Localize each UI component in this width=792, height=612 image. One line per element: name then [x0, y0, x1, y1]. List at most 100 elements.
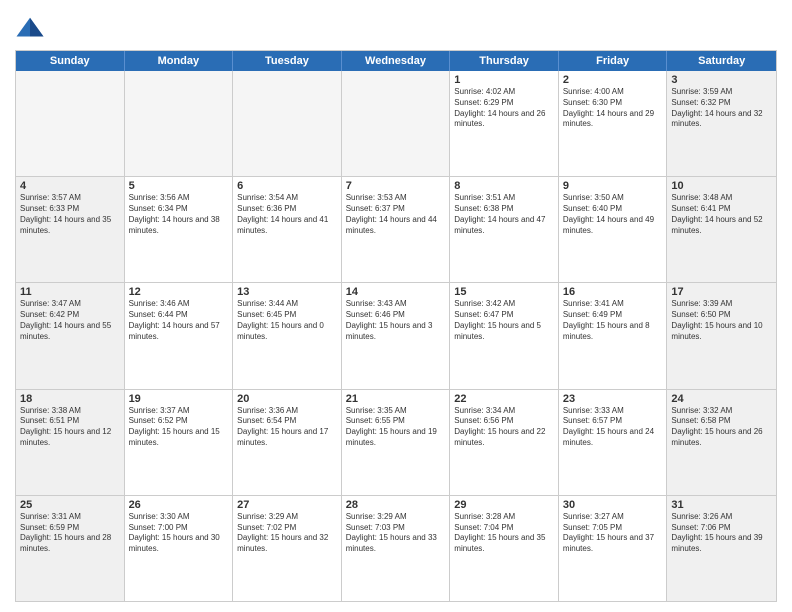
cell-info: Sunrise: 3:39 AMSunset: 6:50 PMDaylight:…	[671, 299, 772, 342]
cell-info: Sunrise: 3:41 AMSunset: 6:49 PMDaylight:…	[563, 299, 663, 342]
page: SundayMondayTuesdayWednesdayThursdayFrid…	[0, 0, 792, 612]
cell-info: Sunrise: 3:34 AMSunset: 6:56 PMDaylight:…	[454, 406, 554, 449]
day-number: 17	[671, 286, 772, 298]
day-number: 31	[671, 499, 772, 511]
day-number: 25	[20, 499, 120, 511]
calendar-row-2: 11Sunrise: 3:47 AMSunset: 6:42 PMDayligh…	[16, 283, 776, 389]
calendar: SundayMondayTuesdayWednesdayThursdayFrid…	[15, 50, 777, 602]
calendar-cell: 17Sunrise: 3:39 AMSunset: 6:50 PMDayligh…	[667, 283, 776, 388]
cell-info: Sunrise: 3:31 AMSunset: 6:59 PMDaylight:…	[20, 512, 120, 555]
calendar-cell	[342, 71, 451, 176]
cell-info: Sunrise: 3:35 AMSunset: 6:55 PMDaylight:…	[346, 406, 446, 449]
header-day-thursday: Thursday	[450, 51, 559, 71]
calendar-row-3: 18Sunrise: 3:38 AMSunset: 6:51 PMDayligh…	[16, 390, 776, 496]
day-number: 6	[237, 180, 337, 192]
cell-info: Sunrise: 3:32 AMSunset: 6:58 PMDaylight:…	[671, 406, 772, 449]
calendar-cell: 1Sunrise: 4:02 AMSunset: 6:29 PMDaylight…	[450, 71, 559, 176]
cell-info: Sunrise: 3:28 AMSunset: 7:04 PMDaylight:…	[454, 512, 554, 555]
header-day-sunday: Sunday	[16, 51, 125, 71]
cell-info: Sunrise: 3:36 AMSunset: 6:54 PMDaylight:…	[237, 406, 337, 449]
cell-info: Sunrise: 3:26 AMSunset: 7:06 PMDaylight:…	[671, 512, 772, 555]
header-day-saturday: Saturday	[667, 51, 776, 71]
day-number: 28	[346, 499, 446, 511]
cell-info: Sunrise: 3:54 AMSunset: 6:36 PMDaylight:…	[237, 193, 337, 236]
calendar-header: SundayMondayTuesdayWednesdayThursdayFrid…	[16, 51, 776, 71]
header	[15, 10, 777, 44]
cell-info: Sunrise: 3:30 AMSunset: 7:00 PMDaylight:…	[129, 512, 229, 555]
day-number: 21	[346, 393, 446, 405]
day-number: 13	[237, 286, 337, 298]
header-day-friday: Friday	[559, 51, 668, 71]
calendar-cell	[125, 71, 234, 176]
calendar-cell: 11Sunrise: 3:47 AMSunset: 6:42 PMDayligh…	[16, 283, 125, 388]
cell-info: Sunrise: 4:00 AMSunset: 6:30 PMDaylight:…	[563, 87, 663, 130]
calendar-cell: 12Sunrise: 3:46 AMSunset: 6:44 PMDayligh…	[125, 283, 234, 388]
cell-info: Sunrise: 3:51 AMSunset: 6:38 PMDaylight:…	[454, 193, 554, 236]
calendar-cell: 29Sunrise: 3:28 AMSunset: 7:04 PMDayligh…	[450, 496, 559, 601]
calendar-cell: 26Sunrise: 3:30 AMSunset: 7:00 PMDayligh…	[125, 496, 234, 601]
day-number: 20	[237, 393, 337, 405]
calendar-cell: 21Sunrise: 3:35 AMSunset: 6:55 PMDayligh…	[342, 390, 451, 495]
cell-info: Sunrise: 3:48 AMSunset: 6:41 PMDaylight:…	[671, 193, 772, 236]
cell-info: Sunrise: 3:57 AMSunset: 6:33 PMDaylight:…	[20, 193, 120, 236]
calendar-cell: 24Sunrise: 3:32 AMSunset: 6:58 PMDayligh…	[667, 390, 776, 495]
calendar-cell: 20Sunrise: 3:36 AMSunset: 6:54 PMDayligh…	[233, 390, 342, 495]
logo-icon	[15, 14, 45, 44]
calendar-cell: 9Sunrise: 3:50 AMSunset: 6:40 PMDaylight…	[559, 177, 668, 282]
day-number: 26	[129, 499, 229, 511]
day-number: 19	[129, 393, 229, 405]
day-number: 10	[671, 180, 772, 192]
cell-info: Sunrise: 3:59 AMSunset: 6:32 PMDaylight:…	[671, 87, 772, 130]
cell-info: Sunrise: 3:47 AMSunset: 6:42 PMDaylight:…	[20, 299, 120, 342]
calendar-row-1: 4Sunrise: 3:57 AMSunset: 6:33 PMDaylight…	[16, 177, 776, 283]
day-number: 30	[563, 499, 663, 511]
day-number: 5	[129, 180, 229, 192]
day-number: 29	[454, 499, 554, 511]
day-number: 2	[563, 74, 663, 86]
calendar-body: 1Sunrise: 4:02 AMSunset: 6:29 PMDaylight…	[16, 71, 776, 601]
day-number: 24	[671, 393, 772, 405]
calendar-cell: 25Sunrise: 3:31 AMSunset: 6:59 PMDayligh…	[16, 496, 125, 601]
day-number: 18	[20, 393, 120, 405]
cell-info: Sunrise: 3:44 AMSunset: 6:45 PMDaylight:…	[237, 299, 337, 342]
calendar-row-0: 1Sunrise: 4:02 AMSunset: 6:29 PMDaylight…	[16, 71, 776, 177]
logo	[15, 14, 48, 44]
cell-info: Sunrise: 3:38 AMSunset: 6:51 PMDaylight:…	[20, 406, 120, 449]
cell-info: Sunrise: 3:27 AMSunset: 7:05 PMDaylight:…	[563, 512, 663, 555]
cell-info: Sunrise: 3:37 AMSunset: 6:52 PMDaylight:…	[129, 406, 229, 449]
calendar-cell: 18Sunrise: 3:38 AMSunset: 6:51 PMDayligh…	[16, 390, 125, 495]
cell-info: Sunrise: 3:29 AMSunset: 7:02 PMDaylight:…	[237, 512, 337, 555]
day-number: 11	[20, 286, 120, 298]
calendar-cell: 22Sunrise: 3:34 AMSunset: 6:56 PMDayligh…	[450, 390, 559, 495]
day-number: 7	[346, 180, 446, 192]
cell-info: Sunrise: 3:33 AMSunset: 6:57 PMDaylight:…	[563, 406, 663, 449]
calendar-cell: 8Sunrise: 3:51 AMSunset: 6:38 PMDaylight…	[450, 177, 559, 282]
calendar-cell	[233, 71, 342, 176]
day-number: 4	[20, 180, 120, 192]
calendar-cell: 16Sunrise: 3:41 AMSunset: 6:49 PMDayligh…	[559, 283, 668, 388]
day-number: 9	[563, 180, 663, 192]
calendar-cell: 7Sunrise: 3:53 AMSunset: 6:37 PMDaylight…	[342, 177, 451, 282]
calendar-cell: 13Sunrise: 3:44 AMSunset: 6:45 PMDayligh…	[233, 283, 342, 388]
day-number: 12	[129, 286, 229, 298]
calendar-row-4: 25Sunrise: 3:31 AMSunset: 6:59 PMDayligh…	[16, 496, 776, 601]
cell-info: Sunrise: 3:56 AMSunset: 6:34 PMDaylight:…	[129, 193, 229, 236]
day-number: 23	[563, 393, 663, 405]
cell-info: Sunrise: 3:53 AMSunset: 6:37 PMDaylight:…	[346, 193, 446, 236]
header-day-monday: Monday	[125, 51, 234, 71]
calendar-cell: 27Sunrise: 3:29 AMSunset: 7:02 PMDayligh…	[233, 496, 342, 601]
calendar-cell: 30Sunrise: 3:27 AMSunset: 7:05 PMDayligh…	[559, 496, 668, 601]
day-number: 8	[454, 180, 554, 192]
cell-info: Sunrise: 3:42 AMSunset: 6:47 PMDaylight:…	[454, 299, 554, 342]
calendar-cell: 31Sunrise: 3:26 AMSunset: 7:06 PMDayligh…	[667, 496, 776, 601]
header-day-wednesday: Wednesday	[342, 51, 451, 71]
day-number: 16	[563, 286, 663, 298]
calendar-cell: 14Sunrise: 3:43 AMSunset: 6:46 PMDayligh…	[342, 283, 451, 388]
calendar-cell: 15Sunrise: 3:42 AMSunset: 6:47 PMDayligh…	[450, 283, 559, 388]
calendar-cell: 5Sunrise: 3:56 AMSunset: 6:34 PMDaylight…	[125, 177, 234, 282]
calendar-cell: 10Sunrise: 3:48 AMSunset: 6:41 PMDayligh…	[667, 177, 776, 282]
calendar-cell: 2Sunrise: 4:00 AMSunset: 6:30 PMDaylight…	[559, 71, 668, 176]
day-number: 27	[237, 499, 337, 511]
calendar-cell: 6Sunrise: 3:54 AMSunset: 6:36 PMDaylight…	[233, 177, 342, 282]
cell-info: Sunrise: 3:29 AMSunset: 7:03 PMDaylight:…	[346, 512, 446, 555]
